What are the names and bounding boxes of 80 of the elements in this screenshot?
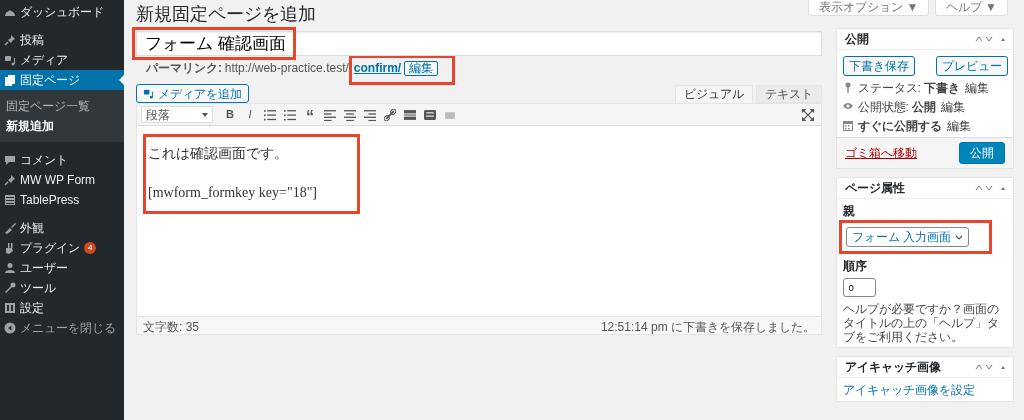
parent-label: 親 (842, 203, 856, 220)
italic-button[interactable]: I (241, 105, 259, 124)
media-icon (143, 88, 154, 99)
fullscreen-icon (802, 108, 814, 121)
bulleted-list-icon (264, 108, 276, 121)
table-icon (4, 194, 16, 206)
count-badge: 4 (84, 242, 97, 254)
box-controls-icon (975, 184, 1005, 193)
status-text: すぐに公開する (857, 117, 942, 135)
set-featured-image-link[interactable]: アイキャッチ画像を設定 (842, 382, 975, 397)
save-draft-button[interactable]: 下書き保存 (842, 55, 915, 76)
sidebar-item[interactable]: プラグイン 4 (0, 238, 124, 258)
pin-icon (4, 174, 16, 186)
collapse-menu-link[interactable]: メニューを閉じる (0, 318, 124, 338)
parent-dropdown[interactable]: フォーム 入力画面 (845, 227, 969, 247)
sidebar-item[interactable]: 外観 (0, 218, 124, 238)
calendar-icon (842, 120, 853, 132)
submenu-item[interactable]: 固定ページ一覧 (0, 96, 124, 116)
sidebar-item[interactable]: ツール (0, 278, 124, 298)
settings-icon (4, 302, 16, 314)
status-text: 公開状態: 公開 (857, 98, 937, 116)
pin-icon (4, 34, 16, 46)
box-controls-icon (975, 362, 1005, 371)
edit-link[interactable]: 編集 (965, 78, 990, 97)
save-status: 12:51:14 pm に下書きを保存しました。 (600, 319, 815, 333)
box-controls-icon (975, 35, 1005, 43)
align-right-icon (364, 108, 376, 121)
preview-button[interactable]: プレビュー (935, 55, 1008, 76)
format-dropdown[interactable]: 段落 (141, 106, 213, 123)
help-text: ヘルプが必要ですか？画面のタイトルの上の「ヘルプ」タブをご利用ください。 (842, 302, 1000, 344)
submenu-item[interactable]: 新規追加 (0, 116, 124, 136)
camera-music-icon (4, 54, 16, 66)
page-heading: 新規固定ページを追加 (136, 3, 317, 26)
permalink-slug[interactable]: confirm/ (353, 59, 402, 77)
blockquote-button[interactable]: “ (301, 105, 319, 124)
editor-tab[interactable]: ビジュアル (675, 85, 754, 103)
align-left-icon (324, 108, 336, 121)
permalink-url[interactable]: http://web-practice.test/ (224, 59, 349, 77)
status-text: ステータス: 下書き (857, 79, 961, 97)
sidebar-item[interactable]: 固定ページ (0, 70, 124, 90)
box-title: 公開 (845, 31, 869, 48)
sidebar-item[interactable]: メディア (0, 50, 124, 70)
box-title: ページ属性 (845, 180, 905, 198)
order-field[interactable]: 0 (842, 277, 876, 297)
brush-icon (4, 222, 16, 234)
edit-link[interactable]: 編集 (941, 97, 966, 116)
caret-icon (202, 112, 208, 117)
sidebar-item[interactable]: TablePress (0, 190, 124, 210)
sidebar-item[interactable]: コメント (0, 150, 124, 170)
editor-tab[interactable]: テキスト (756, 85, 822, 103)
sidebar-item[interactable]: ダッシュボード (0, 2, 124, 22)
keyboard-icon (424, 108, 436, 121)
sidebar-item[interactable]: 投稿 (0, 30, 124, 50)
align-center-icon (344, 108, 356, 121)
content-paragraph: [mwform_formkey key="18"] (148, 184, 317, 202)
content-paragraph: これは確認画面です。 (148, 145, 289, 163)
speech-bubble-icon (4, 154, 16, 166)
trash-link[interactable]: ゴミ箱へ移動 (845, 144, 917, 163)
sidebar-item[interactable]: ユーザー (0, 258, 124, 278)
chevron-down-icon (954, 234, 963, 240)
edit-button[interactable]: 編集 (403, 60, 438, 76)
order-label: 順序 (842, 257, 868, 275)
bold-button[interactable]: B (221, 105, 239, 124)
numbered-list-icon (284, 108, 296, 121)
permalink-label: パーマリンク: (146, 60, 222, 77)
publish-button[interactable]: 公開 (959, 142, 1005, 165)
add-media-button[interactable]: メディアを追加 (136, 84, 249, 103)
person-icon (4, 262, 16, 274)
edit-link[interactable]: 編集 (946, 116, 971, 135)
read-more-icon (404, 108, 416, 121)
screen-tab-button[interactable]: 表示オプション ▼ (808, 0, 930, 16)
sidebar-item[interactable]: MW WP Form (0, 170, 124, 190)
sidebar-item[interactable]: 設定 (0, 298, 124, 318)
link-icon (384, 108, 396, 121)
format-dropdown-value: 段落 (146, 106, 170, 124)
pages-icon (4, 74, 16, 86)
title-field[interactable]: フォーム 確認画面 (136, 31, 822, 56)
word-count: 文字数: 35 (143, 319, 199, 333)
screen-tab-button[interactable]: ヘルプ ▼ (934, 0, 1008, 16)
box-title: アイキャッチ画像 (845, 358, 941, 376)
